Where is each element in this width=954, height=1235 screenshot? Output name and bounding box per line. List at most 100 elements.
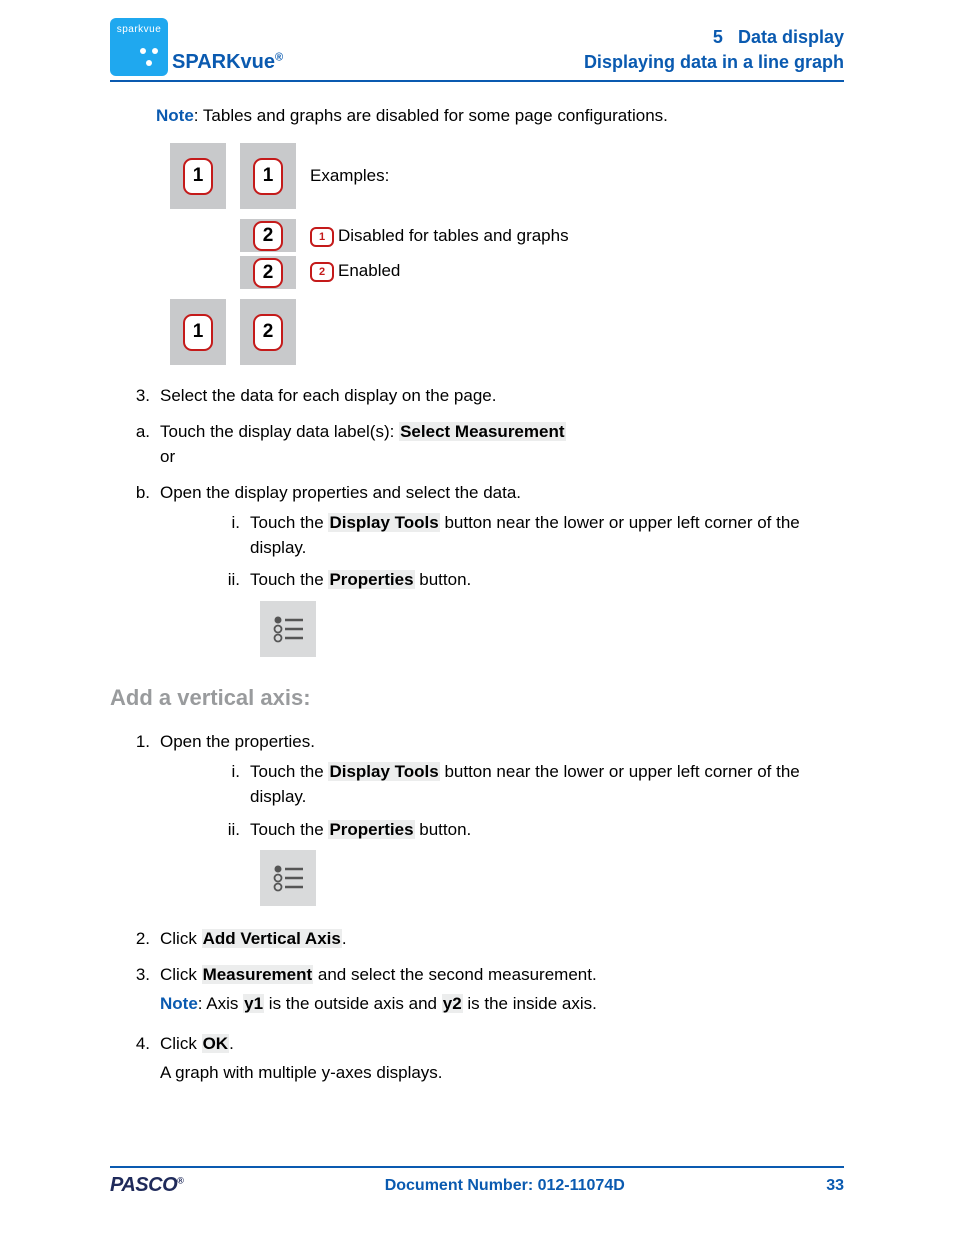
note-text: : Tables and graphs are disabled for som… xyxy=(194,106,668,125)
figure-row-3: 1 2 xyxy=(170,299,844,365)
list-marker: 2. xyxy=(110,926,160,952)
legend-line-1: 1Disabled for tables and graphs xyxy=(310,226,569,247)
highlight-display-tools: Display Tools xyxy=(328,762,439,781)
highlight-display-tools: Display Tools xyxy=(328,513,439,532)
note-paragraph: Note: Tables and graphs are disabled for… xyxy=(156,106,844,126)
product-name-text: SPARKvue xyxy=(172,51,275,73)
text-fragment: and select the second measurement. xyxy=(313,965,597,984)
text-fragment: Touch the xyxy=(250,762,328,781)
list-marker: ii. xyxy=(210,568,250,593)
page: sparkvue SPARKvue® 5 Data display Displa… xyxy=(0,0,954,1235)
note-label: Note xyxy=(160,994,198,1013)
list-marker: a. xyxy=(110,419,160,470)
layout-thumb-half: 2 xyxy=(240,219,296,252)
axis-step-3: 3. Click Measurement and select the seco… xyxy=(110,962,844,1021)
figure-legend: 1Disabled for tables and graphs 2Enabled xyxy=(310,222,569,285)
legend-badge-1-icon: 1 xyxy=(310,227,334,247)
callout-badge-2: 2 xyxy=(253,221,283,251)
list-marker: b. xyxy=(110,480,160,667)
step-a: a. Touch the display data label(s): Sele… xyxy=(110,419,844,470)
page-header: sparkvue SPARKvue® 5 Data display Displa… xyxy=(110,18,844,82)
list-marker: 3. xyxy=(110,962,160,1021)
legend-text-1: Disabled for tables and graphs xyxy=(338,226,569,245)
highlight-ok: OK xyxy=(202,1034,230,1053)
callout-badge-2: 2 xyxy=(253,314,283,351)
highlight-add-vertical-axis: Add Vertical Axis xyxy=(202,929,342,948)
step-text: Click OK. A graph with multiple y-axes d… xyxy=(160,1031,844,1090)
text-or: or xyxy=(160,447,175,466)
step-3: 3. Select the data for each display on t… xyxy=(110,383,844,409)
section-number: 5 xyxy=(713,27,723,47)
step-text: Select the data for each display on the … xyxy=(160,383,844,409)
text-fragment: button. xyxy=(415,570,472,589)
step-text: Touch the Properties button. xyxy=(250,568,844,593)
layout-thumb: 1 xyxy=(170,143,226,209)
list-marker: ii. xyxy=(210,818,250,843)
layout-thumb: 1 xyxy=(240,143,296,209)
step-text: Click Measurement and select the second … xyxy=(160,962,844,1021)
properties-button-icon xyxy=(260,850,316,906)
axis-step-2: 2. Click Add Vertical Axis. xyxy=(110,926,844,952)
result-text: A graph with multiple y-axes displays. xyxy=(160,1060,844,1086)
step-b-ii: ii. Touch the Properties button. xyxy=(210,568,844,593)
layout-thumb: 2 xyxy=(240,299,296,365)
note-label: Note xyxy=(156,106,194,125)
step-text: Touch the display data label(s): Select … xyxy=(160,419,844,470)
list-marker: i. xyxy=(210,760,250,809)
figure-row-2: 2 2 1Disabled for tables and graphs 2Ena… xyxy=(170,219,844,289)
list-marker: 3. xyxy=(110,383,160,409)
header-left: sparkvue SPARKvue® xyxy=(110,18,283,76)
highlight-y1: y1 xyxy=(243,994,264,1013)
section-heading-add-axis: Add a vertical axis: xyxy=(110,685,844,711)
text-fragment: Touch the xyxy=(250,820,328,839)
step-text: Touch the Display Tools button near the … xyxy=(250,760,844,809)
text-fragment: Touch the xyxy=(250,513,328,532)
examples-label: Examples: xyxy=(310,166,389,186)
main-steps: 3. Select the data for each display on t… xyxy=(110,383,844,667)
subsection-title: Displaying data in a line graph xyxy=(584,50,844,74)
highlight-y2: y2 xyxy=(442,994,463,1013)
step-text: Touch the Display Tools button near the … xyxy=(250,511,844,560)
page-number: 33 xyxy=(826,1177,844,1195)
step-text: Open the display properties and select t… xyxy=(160,480,844,667)
layout-thumb-half: 2 xyxy=(240,256,296,289)
layout-thumb-stack: 2 2 xyxy=(240,219,296,289)
registered-mark: ® xyxy=(275,51,283,63)
sparkvue-logo-icon: sparkvue xyxy=(110,18,168,76)
page-footer: PASCO® Document Number: 012-11074D 33 xyxy=(110,1166,844,1197)
callout-badge-1: 1 xyxy=(183,158,213,195)
step-b-i: i. Touch the Display Tools button near t… xyxy=(210,511,844,560)
brand-text: PASCO xyxy=(110,1174,177,1196)
text-fragment: is the outside axis and xyxy=(264,994,442,1013)
figure-row-1: 1 1 Examples: xyxy=(170,143,844,209)
sub-steps: i. Touch the Display Tools button near t… xyxy=(210,511,844,593)
document-number: Document Number: 012-11074D xyxy=(385,1177,625,1195)
axis-step-1-i: i. Touch the Display Tools button near t… xyxy=(210,760,844,809)
callout-badge-1: 1 xyxy=(183,314,213,351)
text-fragment: Open the properties. xyxy=(160,732,315,751)
text-fragment: : Axis xyxy=(198,994,243,1013)
list-marker: 1. xyxy=(110,729,160,916)
step-text: Open the properties. i. Touch the Displa… xyxy=(160,729,844,916)
legend-line-2: 2Enabled xyxy=(310,261,569,282)
axis-step-1-ii: ii. Touch the Properties button. xyxy=(210,818,844,843)
add-axis-steps: 1. Open the properties. i. Touch the Dis… xyxy=(110,729,844,1090)
highlight-properties: Properties xyxy=(328,570,414,589)
legend-badge-2-icon: 2 xyxy=(310,262,334,282)
sub-steps: i. Touch the Display Tools button near t… xyxy=(210,760,844,842)
step-text: Touch the Properties button. xyxy=(250,818,844,843)
highlight-properties: Properties xyxy=(328,820,414,839)
section-title: Data display xyxy=(738,27,844,47)
text-fragment: Touch the xyxy=(250,570,328,589)
text-fragment: Click xyxy=(160,1034,202,1053)
layout-thumb: 1 xyxy=(170,299,226,365)
text-fragment: Click xyxy=(160,965,202,984)
callout-badge-2: 2 xyxy=(253,258,283,288)
highlight-measurement: Measurement xyxy=(202,965,314,984)
text-fragment: . xyxy=(342,929,347,948)
axis-note: Note: Axis y1 is the outside axis and y2… xyxy=(160,991,844,1017)
text-fragment: Touch the display data label(s): xyxy=(160,422,399,441)
axis-step-4: 4. Click OK. A graph with multiple y-axe… xyxy=(110,1031,844,1090)
logo-small-text: sparkvue xyxy=(110,24,168,35)
step-text: Click Add Vertical Axis. xyxy=(160,926,844,952)
